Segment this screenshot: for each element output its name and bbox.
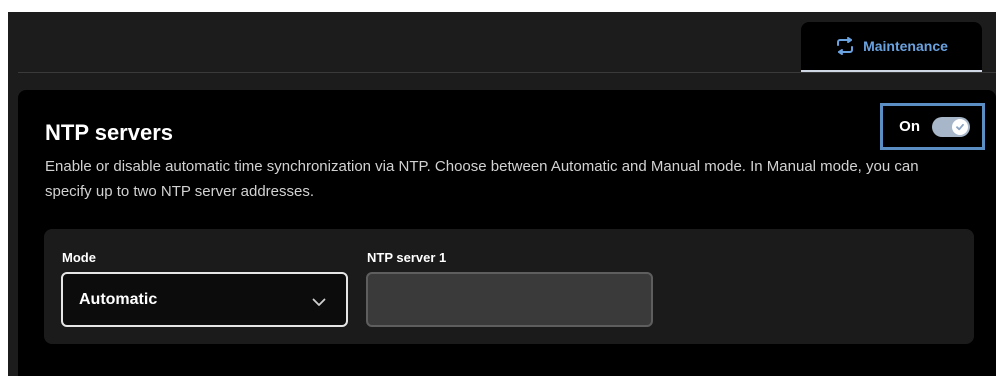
mode-selected-value: Automatic: [79, 290, 158, 308]
ntp-server-1-input[interactable]: [366, 272, 653, 327]
toggle-label: On: [899, 118, 920, 135]
toggle-switch[interactable]: [932, 116, 970, 137]
ntp-toggle[interactable]: On: [880, 103, 985, 150]
tab-bar: Maintenance: [18, 12, 996, 73]
sync-icon: [835, 37, 855, 55]
check-icon: [952, 118, 968, 135]
mode-label: Mode: [62, 250, 96, 265]
tab-maintenance[interactable]: Maintenance: [801, 22, 982, 72]
ntp-server-1-label: NTP server 1: [367, 250, 447, 265]
section-description: Enable or disable automatic time synchro…: [45, 158, 919, 200]
mode-select[interactable]: Automatic: [61, 272, 348, 327]
ntp-servers-card: NTP servers On Enable or disable automat…: [18, 90, 996, 376]
chevron-down-icon: [312, 294, 326, 312]
settings-frame: Maintenance NTP servers On Enable or dis…: [8, 12, 996, 376]
tab-maintenance-label: Maintenance: [863, 38, 948, 54]
ntp-settings-panel: Mode Automatic NTP server 1: [44, 229, 974, 344]
section-title: NTP servers: [45, 120, 174, 145]
